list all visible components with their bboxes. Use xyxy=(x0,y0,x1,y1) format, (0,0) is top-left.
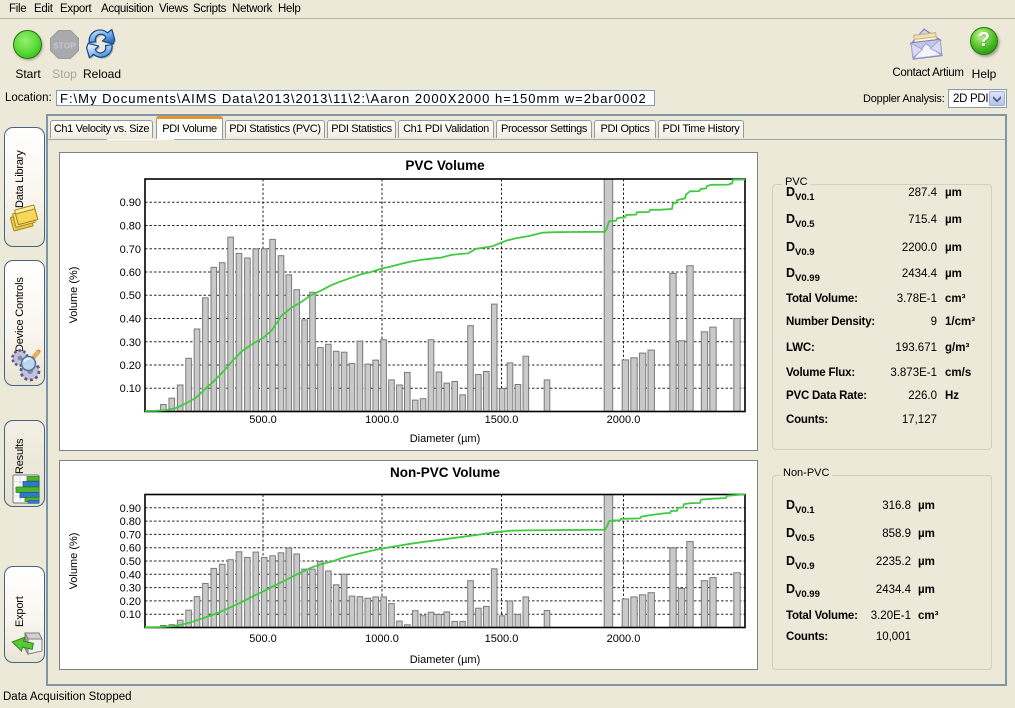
svg-text:0.20: 0.20 xyxy=(120,360,141,372)
svg-text:Volume (%): Volume (%) xyxy=(68,267,80,324)
svg-text:0.50: 0.50 xyxy=(120,290,141,302)
svg-text:1500.0: 1500.0 xyxy=(485,414,519,426)
svg-text:Volume (%): Volume (%) xyxy=(68,533,80,590)
svg-text:500.0: 500.0 xyxy=(249,633,277,645)
svg-text:0.40: 0.40 xyxy=(120,569,141,581)
svg-text:STOP: STOP xyxy=(53,41,76,51)
svg-text:0.20: 0.20 xyxy=(120,596,141,608)
svg-text:0.90: 0.90 xyxy=(120,503,141,515)
svg-text:0.10: 0.10 xyxy=(120,609,141,621)
svg-text:0.90: 0.90 xyxy=(120,197,141,209)
svg-text:0.60: 0.60 xyxy=(120,267,141,279)
svg-text:Diameter (µm): Diameter (µm) xyxy=(410,654,481,666)
svg-text:2000.0: 2000.0 xyxy=(607,414,641,426)
svg-text:1500.0: 1500.0 xyxy=(485,633,519,645)
svg-text:2000.0: 2000.0 xyxy=(607,633,641,645)
svg-text:0.70: 0.70 xyxy=(120,244,141,256)
svg-text:Non-PVC Volume: Non-PVC Volume xyxy=(390,465,500,480)
svg-text:0.80: 0.80 xyxy=(120,221,141,233)
svg-text:0.30: 0.30 xyxy=(120,337,141,349)
svg-text:0.80: 0.80 xyxy=(120,516,141,528)
svg-text:0.70: 0.70 xyxy=(120,529,141,541)
svg-text:0.50: 0.50 xyxy=(120,556,141,568)
svg-text:500.0: 500.0 xyxy=(249,414,277,426)
svg-text:1000.0: 1000.0 xyxy=(365,633,399,645)
svg-text:0.60: 0.60 xyxy=(120,543,141,555)
svg-text:0.30: 0.30 xyxy=(120,583,141,595)
svg-text:0.10: 0.10 xyxy=(120,383,141,395)
svg-text:Diameter (µm): Diameter (µm) xyxy=(410,433,481,445)
svg-text:PVC Volume: PVC Volume xyxy=(405,158,485,173)
svg-text:1000.0: 1000.0 xyxy=(365,414,399,426)
svg-text:0.40: 0.40 xyxy=(120,314,141,326)
